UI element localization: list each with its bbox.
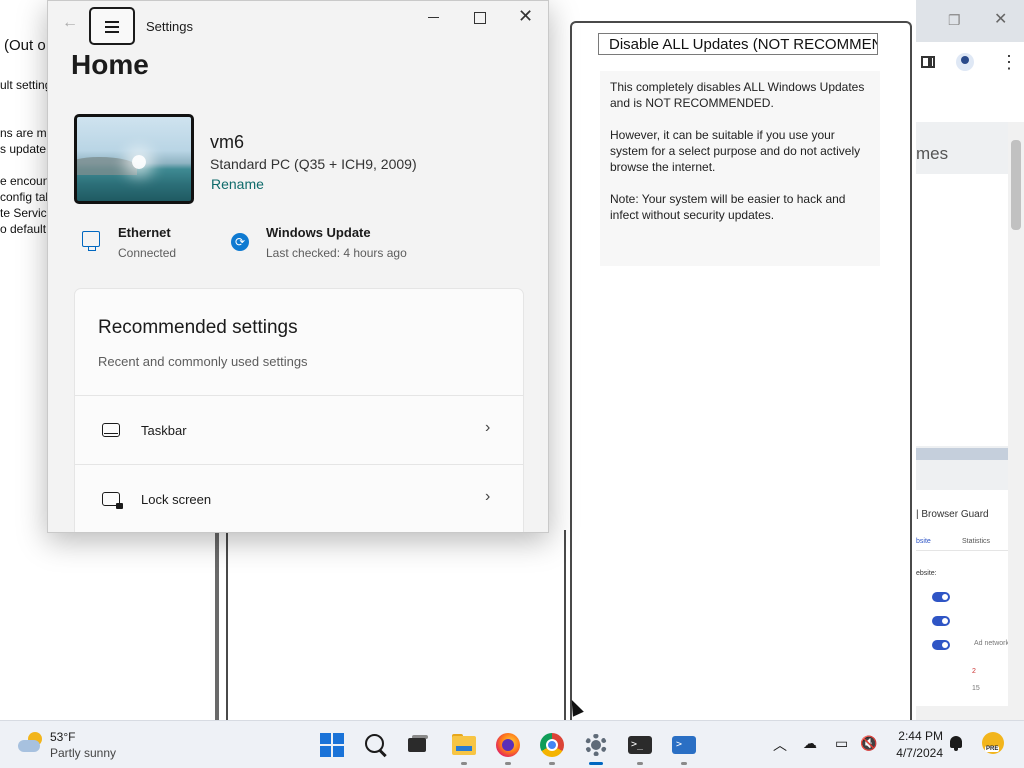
powershell-icon[interactable]: >: [671, 732, 697, 765]
windows-update-title[interactable]: Windows Update: [266, 225, 371, 240]
text-fragment: ns are ma: [0, 126, 54, 140]
protection-toggle[interactable]: [932, 592, 950, 602]
page-title: Home: [71, 49, 149, 80]
background-window-middle: [226, 530, 566, 720]
network-status: Connected: [118, 246, 177, 260]
horizontal-scrollbar[interactable]: [916, 706, 1008, 720]
side-panel-icon[interactable]: [921, 56, 935, 68]
weather-condition[interactable]: Partly sunny: [50, 746, 116, 760]
more-options-icon[interactable]: ⋮: [1000, 52, 1018, 73]
taskbar-icon: [102, 423, 120, 437]
restore-icon[interactable]: ❐: [948, 12, 961, 29]
close-icon[interactable]: ✕: [518, 6, 533, 27]
stat-number: 15: [972, 685, 980, 692]
window-border: [215, 530, 219, 720]
extension-header: | Browser Guard: [916, 509, 989, 520]
firefox-icon[interactable]: [495, 732, 521, 765]
text-fragment: o default: [0, 222, 47, 236]
extension-tabs: bsite Statistics: [916, 530, 1008, 551]
text-fragment: te Service: [0, 206, 54, 220]
chrome-icon[interactable]: [539, 732, 565, 765]
recommended-item-label: Lock screen: [141, 492, 212, 507]
preview-build-badge-icon[interactable]: PRE: [982, 732, 1004, 754]
rename-link[interactable]: Rename: [211, 176, 264, 192]
content-panel: [916, 174, 1008, 446]
settings-icon[interactable]: [583, 732, 609, 765]
recommended-item-lock-screen[interactable]: Lock screen ›: [75, 464, 523, 532]
task-view-icon[interactable]: [405, 732, 431, 758]
chevron-right-icon: ›: [485, 488, 491, 505]
stat-number: 2: [972, 668, 976, 675]
chrome-title-bar: ❐ ✕: [916, 0, 1024, 42]
file-explorer-icon[interactable]: [451, 732, 477, 765]
profile-icon[interactable]: [956, 53, 974, 71]
description-paragraph: However, it can be suitable if you use y…: [610, 128, 861, 174]
ad-network-label: Ad network: [974, 640, 1010, 647]
volume-mute-icon[interactable]: 🔇: [860, 735, 877, 752]
lock-screen-icon: [102, 492, 123, 509]
text-fragment: s update: [0, 142, 47, 156]
horizontal-bar: [916, 448, 1008, 460]
ethernet-icon: [82, 231, 100, 251]
back-arrow-icon[interactable]: ←: [62, 14, 78, 32]
notification-bell-icon[interactable]: [950, 736, 962, 751]
recommended-subtitle: Recent and commonly used settings: [98, 354, 308, 369]
settings-window: ← Settings ✕ Home vm6 Standard PC (Q35 +…: [47, 0, 549, 533]
onedrive-icon[interactable]: ☁: [803, 735, 817, 752]
text-fragment: e encount: [0, 174, 53, 188]
text-fragment: config tab: [0, 190, 53, 204]
content-gap: [916, 460, 1008, 490]
taskbar: 53°F Partly sunny >_ > ︿ ☁ ▭ 🔇 2:44 PM 4…: [0, 720, 1024, 768]
search-icon[interactable]: [363, 732, 389, 758]
navigation-menu-button[interactable]: [89, 7, 135, 45]
pc-name: vm6: [210, 132, 245, 152]
pre-label: PRE: [985, 746, 1000, 752]
window-title-fragment: (Out o: [4, 37, 46, 54]
weather-icon[interactable]: [18, 731, 42, 755]
terminal-icon[interactable]: >_: [627, 732, 653, 765]
description-paragraph: Note: Your system will be easier to hack…: [610, 192, 846, 222]
recommended-title: Recommended settings: [98, 317, 298, 338]
option-description-panel: This completely disables ALL Windows Upd…: [600, 71, 880, 266]
tab-statistics[interactable]: Statistics: [962, 538, 990, 545]
scrollbar-thumb[interactable]: [1011, 140, 1021, 230]
app-title: Settings: [146, 19, 193, 34]
show-hidden-icons-chevron-icon[interactable]: ︿: [773, 735, 787, 755]
description-paragraph: This completely disables ALL Windows Upd…: [610, 80, 865, 110]
windows-update-icon: ⟳: [231, 233, 249, 251]
windows-update-status: Last checked: 4 hours ago: [266, 246, 407, 260]
option-title-field[interactable]: Disable ALL Updates (NOT RECOMMENDED): [598, 33, 878, 55]
chrome-toolbar: ⋮: [916, 42, 1024, 122]
pc-model: Standard PC (Q35 + ICH9, 2009): [210, 156, 417, 172]
recommended-item-taskbar[interactable]: Taskbar ›: [75, 395, 523, 464]
recommended-settings-card: Recommended settings Recent and commonly…: [74, 288, 524, 532]
clock-date[interactable]: 4/7/2024: [891, 746, 943, 760]
update-tool-window: Disable ALL Updates (NOT RECOMMENDED) Th…: [570, 21, 912, 722]
network-icon[interactable]: ▭: [835, 735, 848, 752]
weather-temperature[interactable]: 53°F: [50, 730, 75, 744]
close-icon[interactable]: ✕: [994, 9, 1007, 29]
protection-toggle[interactable]: [932, 616, 950, 626]
page-content: mes: [916, 122, 1008, 448]
protection-toggle[interactable]: [932, 640, 950, 650]
text-fragment: ult setting: [0, 78, 52, 92]
start-icon[interactable]: [319, 732, 345, 758]
desktop-wallpaper-thumbnail[interactable]: [74, 114, 194, 204]
chevron-right-icon: ›: [485, 419, 491, 436]
clock-time[interactable]: 2:44 PM: [897, 729, 943, 743]
minimize-icon[interactable]: [428, 9, 440, 23]
page-text-fragment: mes: [916, 144, 949, 163]
tab-website[interactable]: bsite: [916, 538, 931, 545]
browser-guard-popup: | Browser Guard bsite Statistics ebsite:…: [916, 490, 1010, 706]
website-label: ebsite:: [916, 570, 937, 577]
maximize-icon[interactable]: [474, 12, 486, 24]
network-title[interactable]: Ethernet: [118, 225, 171, 240]
chrome-window: ❐ ✕ ⋮ mes | Browser Guard bsite Statisti…: [916, 0, 1024, 720]
recommended-item-label: Taskbar: [141, 423, 187, 438]
